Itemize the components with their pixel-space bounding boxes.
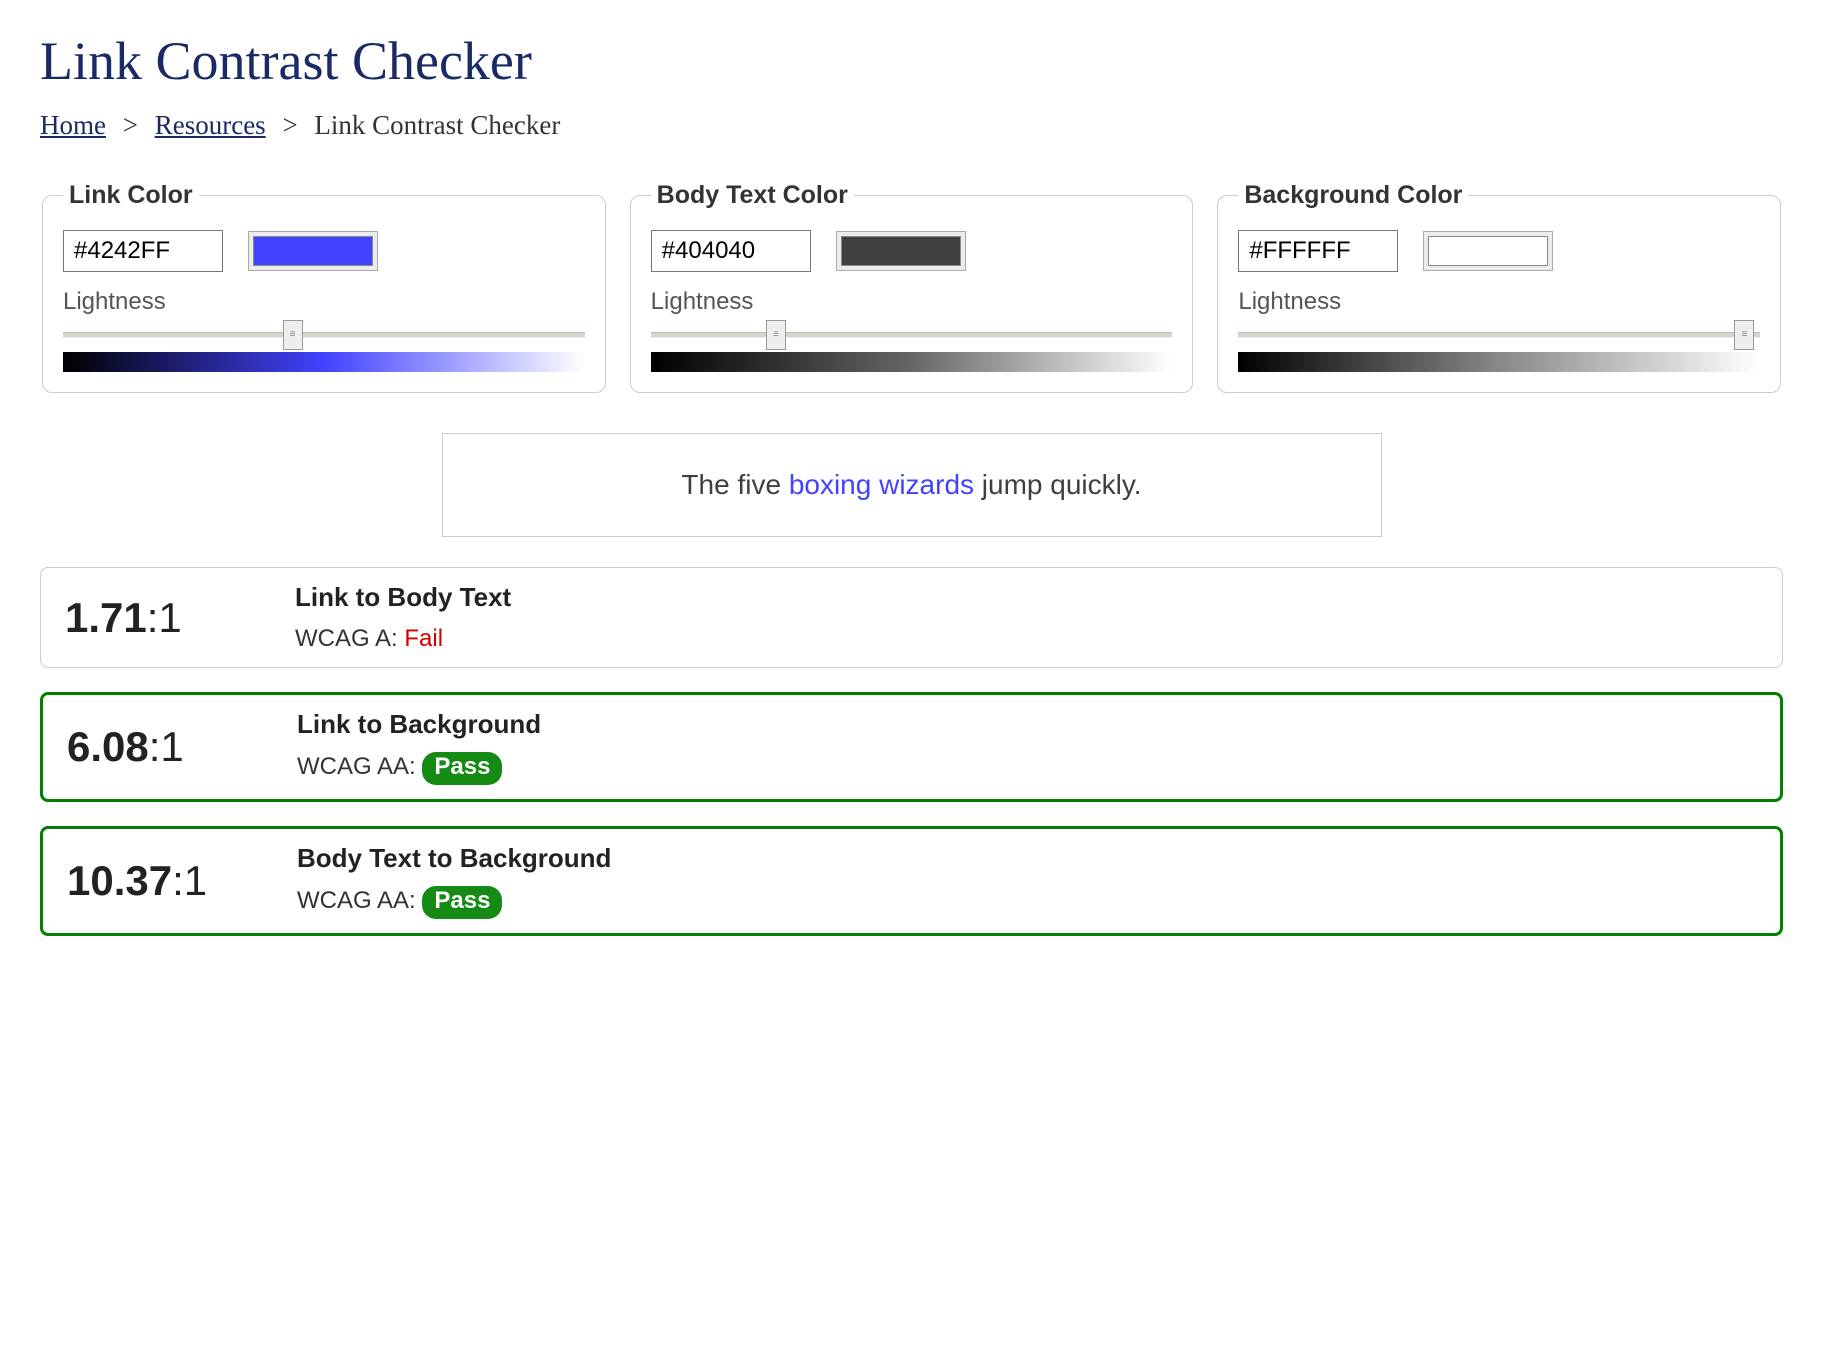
breadcrumb-resources[interactable]: Resources bbox=[155, 110, 266, 140]
body-color-hex-input[interactable] bbox=[651, 230, 811, 272]
status-pass-pill: Pass bbox=[422, 886, 502, 919]
status-fail-text: Fail bbox=[404, 625, 443, 652]
bg-color-swatch-button[interactable] bbox=[1423, 231, 1553, 271]
slider-track bbox=[1238, 332, 1760, 338]
contrast-ratio: 10.37:1 bbox=[67, 857, 297, 905]
result-wcag-line: WCAG AA: Pass bbox=[297, 886, 1756, 919]
result-row: 10.37:1Body Text to Background WCAG AA: P… bbox=[40, 826, 1783, 936]
result-wcag-line: WCAG AA: Pass bbox=[297, 752, 1756, 785]
bg-lightness-slider[interactable] bbox=[1238, 322, 1760, 372]
body-lightness-slider[interactable] bbox=[651, 322, 1173, 372]
body-gradient-bar bbox=[651, 352, 1173, 372]
preview-box: The five boxing wizards jump quickly. bbox=[442, 433, 1382, 537]
link-gradient-bar bbox=[63, 352, 585, 372]
result-wcag-line: WCAG A: Fail bbox=[295, 625, 1758, 653]
body-color-swatch bbox=[841, 236, 961, 266]
preview-text-before: The five bbox=[681, 469, 788, 500]
slider-track bbox=[63, 332, 585, 338]
breadcrumb: Home > Resources > Link Contrast Checker bbox=[40, 110, 1783, 141]
body-color-swatch-button[interactable] bbox=[836, 231, 966, 271]
link-color-swatch bbox=[253, 236, 373, 266]
bg-color-picker: Background Color Lightness bbox=[1217, 181, 1781, 393]
link-color-picker: Link Color Lightness bbox=[42, 181, 606, 393]
body-color-legend: Body Text Color bbox=[651, 181, 854, 210]
link-color-hex-input[interactable] bbox=[63, 230, 223, 272]
page-title: Link Contrast Checker bbox=[40, 30, 1783, 92]
result-info: Body Text to Background WCAG AA: Pass bbox=[297, 843, 1756, 919]
breadcrumb-sep: > bbox=[123, 110, 138, 140]
result-title: Link to Background bbox=[297, 709, 1756, 740]
link-lightness-label: Lightness bbox=[63, 288, 585, 316]
preview-link-text: boxing wizards bbox=[789, 469, 974, 500]
bg-lightness-label: Lightness bbox=[1238, 288, 1760, 316]
result-row: 6.08:1Link to Background WCAG AA: Pass bbox=[40, 692, 1783, 802]
results-list: 1.71:1Link to Body Text WCAG A: Fail 6.08:… bbox=[40, 567, 1783, 936]
slider-thumb[interactable] bbox=[283, 320, 303, 350]
slider-thumb[interactable] bbox=[766, 320, 786, 350]
link-color-legend: Link Color bbox=[63, 181, 199, 210]
breadcrumb-home[interactable]: Home bbox=[40, 110, 106, 140]
contrast-ratio: 1.71:1 bbox=[65, 594, 295, 642]
slider-thumb[interactable] bbox=[1734, 320, 1754, 350]
contrast-ratio: 6.08:1 bbox=[67, 723, 297, 771]
bg-color-swatch bbox=[1428, 236, 1548, 266]
bg-color-legend: Background Color bbox=[1238, 181, 1468, 210]
link-color-swatch-button[interactable] bbox=[248, 231, 378, 271]
bg-color-hex-input[interactable] bbox=[1238, 230, 1398, 272]
preview-text-after: jump quickly. bbox=[974, 469, 1142, 500]
bg-gradient-bar bbox=[1238, 352, 1760, 372]
result-info: Link to Background WCAG AA: Pass bbox=[297, 709, 1756, 785]
status-pass-pill: Pass bbox=[422, 752, 502, 785]
link-lightness-slider[interactable] bbox=[63, 322, 585, 372]
result-info: Link to Body Text WCAG A: Fail bbox=[295, 582, 1758, 653]
slider-track bbox=[651, 332, 1173, 338]
breadcrumb-sep: > bbox=[282, 110, 297, 140]
result-row: 1.71:1Link to Body Text WCAG A: Fail bbox=[40, 567, 1783, 668]
result-title: Link to Body Text bbox=[295, 582, 1758, 613]
color-picker-row: Link Color Lightness Body Text Color Lig… bbox=[40, 181, 1783, 393]
breadcrumb-current: Link Contrast Checker bbox=[314, 110, 560, 140]
body-lightness-label: Lightness bbox=[651, 288, 1173, 316]
body-color-picker: Body Text Color Lightness bbox=[630, 181, 1194, 393]
result-title: Body Text to Background bbox=[297, 843, 1756, 874]
